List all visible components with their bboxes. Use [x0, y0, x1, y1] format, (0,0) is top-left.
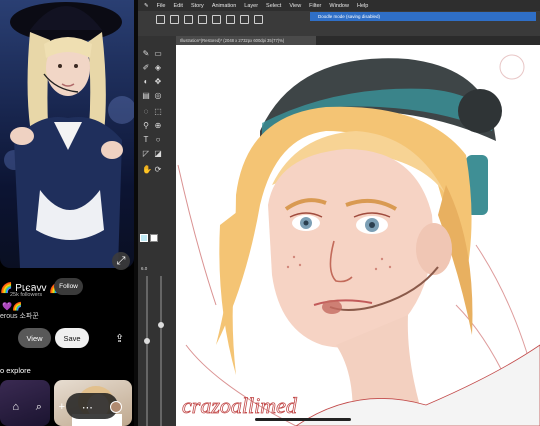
menu-bar: ✎ File Edit Story Animation Layer Select…: [138, 0, 540, 11]
new-file-icon[interactable]: [170, 15, 179, 24]
canvas-artwork: crazoallimed: [177, 54, 540, 426]
main-color-swatch[interactable]: [140, 234, 148, 242]
save-icon[interactable]: [198, 15, 207, 24]
follow-button[interactable]: Follow: [54, 278, 83, 295]
menu-animation[interactable]: Animation: [212, 3, 236, 9]
brush-size-slider[interactable]: [146, 276, 148, 426]
menu-filter[interactable]: Filter: [309, 3, 321, 9]
command-icons: [156, 15, 263, 24]
tool-palette: ✎ ▭ ✐ ◈ ◐ ✥ ▤ ◎ ◌ ⬚ ⚲ ⊕ T ○ ◸ ◪ ✋ ⟳ 6.0: [138, 36, 176, 426]
pen-tool-icon[interactable]: ✎: [142, 50, 150, 58]
pin-description: erous 소파꾼: [0, 313, 39, 320]
eyedropper-tool-icon[interactable]: ⚲: [142, 122, 150, 130]
home-indicator[interactable]: [255, 418, 351, 421]
menu-layer[interactable]: Layer: [244, 3, 258, 9]
brush-opacity-slider[interactable]: [160, 276, 162, 426]
emoji-line: 💜🌈: [2, 302, 22, 311]
brush-size-value: 6.0: [141, 266, 148, 271]
bottom-navigation: ⌂ ⌕ + ⋯: [0, 396, 134, 418]
fill-icon[interactable]: [254, 15, 263, 24]
app-logo-icon[interactable]: ✎: [144, 3, 149, 9]
save-button[interactable]: Save: [55, 328, 89, 348]
search-icon[interactable]: ⌕: [36, 401, 42, 414]
clip-studio-window: ✎ File Edit Story Animation Layer Select…: [138, 0, 540, 426]
messages-icon[interactable]: ⋯: [82, 401, 93, 414]
doodle-mode-banner: Doodle mode (saving disabled): [310, 12, 536, 21]
balloon-tool-icon[interactable]: ○: [154, 136, 162, 144]
lasso-tool-icon[interactable]: ◌: [142, 108, 150, 116]
view-button[interactable]: View: [18, 328, 51, 348]
ruler-tool-icon[interactable]: ◸: [142, 150, 150, 158]
blend-tool-icon[interactable]: ◈: [154, 64, 162, 72]
home-icon[interactable]: ⌂: [12, 401, 19, 413]
eraser-tool-icon[interactable]: ▭: [154, 50, 162, 58]
brush-tool-icon[interactable]: ✐: [142, 64, 150, 72]
menu-help[interactable]: Help: [357, 3, 368, 9]
profile-avatar[interactable]: [109, 401, 122, 413]
figure-tool-icon[interactable]: ◎: [154, 92, 162, 100]
share-icon[interactable]: ⇪: [115, 332, 124, 345]
artist-signature: crazoallimed: [182, 393, 298, 418]
move-tool-icon[interactable]: ✥: [154, 78, 162, 86]
brush-size-knob[interactable]: [144, 338, 150, 344]
follower-count: 25k followers: [10, 292, 43, 298]
pin-image[interactable]: [0, 0, 134, 268]
open-icon[interactable]: [184, 15, 193, 24]
more-to-explore-heading: o explore: [0, 366, 31, 375]
drawing-canvas[interactable]: crazoallimed: [176, 45, 540, 426]
fill-tool-icon[interactable]: ◐: [142, 78, 150, 86]
hand-tool-icon[interactable]: ✋: [142, 166, 152, 174]
text-tool-icon[interactable]: T: [142, 136, 150, 144]
document-tab[interactable]: Illustration*(Restored)* (2048 x 2732px …: [176, 36, 316, 45]
frame-tool-icon[interactable]: ◪: [154, 150, 162, 158]
gradient-tool-icon[interactable]: ▤: [142, 92, 150, 100]
menu-edit[interactable]: Edit: [173, 3, 182, 9]
pin-photo-illustration: [4, 2, 134, 268]
zoom-tool-icon[interactable]: ⊕: [154, 122, 162, 130]
menu-window[interactable]: Window: [329, 3, 349, 9]
expand-icon[interactable]: ⤢: [112, 252, 130, 270]
pinterest-pane: ⤢ 🌈 Pเєลvv 🌈 25k followers Follow 💜🌈 ero…: [0, 0, 134, 426]
menu-select[interactable]: Select: [266, 3, 281, 9]
redo-icon[interactable]: [226, 15, 235, 24]
plus-icon[interactable]: +: [59, 401, 65, 413]
opacity-knob[interactable]: [158, 322, 164, 328]
clear-icon[interactable]: [240, 15, 249, 24]
screen: ⤢ 🌈 Pเєลvv 🌈 25k followers Follow 💜🌈 ero…: [0, 0, 540, 426]
sub-color-swatch[interactable]: [150, 234, 158, 242]
rotate-tool-icon[interactable]: ⟳: [154, 166, 162, 174]
menu-story[interactable]: Story: [191, 3, 204, 9]
menu-icon[interactable]: [156, 15, 165, 24]
menu-view[interactable]: View: [289, 3, 301, 9]
undo-icon[interactable]: [212, 15, 221, 24]
menu-file[interactable]: File: [157, 3, 166, 9]
select-tool-icon[interactable]: ⬚: [154, 108, 162, 116]
